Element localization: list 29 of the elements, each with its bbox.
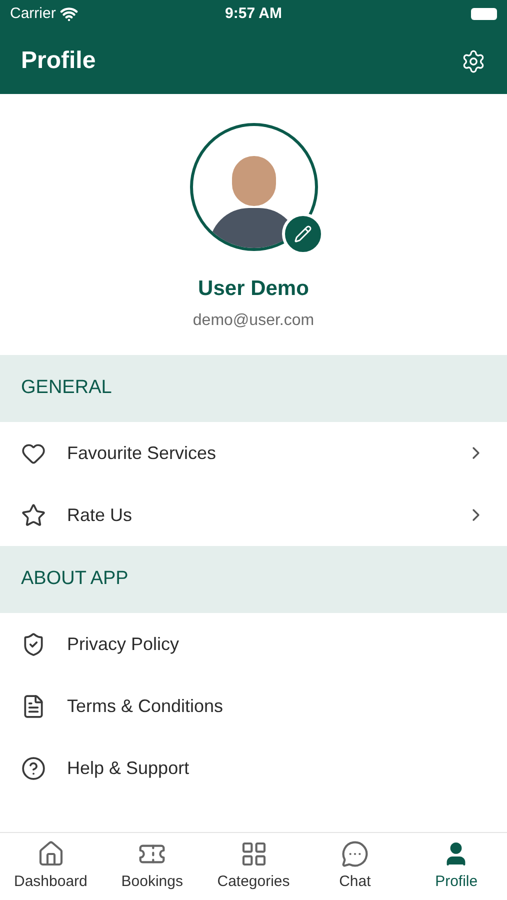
battery-icon	[471, 8, 497, 20]
page-title: Profile	[21, 46, 96, 76]
menu-item[interactable]: Help & Support	[0, 737, 507, 799]
menu-item[interactable]: Favourite Services	[0, 422, 507, 484]
user-name: User Demo	[198, 276, 309, 302]
gear-icon	[461, 48, 486, 74]
chat-icon	[340, 840, 369, 868]
user-email: demo@user.com	[192, 310, 314, 330]
section-header: ABOUT APP	[0, 546, 507, 613]
home-icon	[36, 840, 65, 868]
menu-item[interactable]: Rate Us	[0, 484, 507, 546]
pencil-icon	[294, 225, 312, 243]
tab-button[interactable]: Bookings	[101, 833, 203, 900]
section-header: GENERAL	[0, 355, 507, 422]
star-icon	[21, 502, 46, 528]
menu-item[interactable]: Terms & Conditions	[0, 675, 507, 737]
document-icon	[21, 694, 46, 718]
tab-button[interactable]: Dashboard	[0, 833, 102, 900]
settings-button[interactable]	[461, 48, 486, 74]
carrier-label: Carrier	[10, 4, 56, 24]
tab-button[interactable]: Categories	[202, 833, 304, 900]
tab-button[interactable]: Profile	[406, 833, 507, 900]
status-time: 9:57 AM	[225, 4, 282, 24]
menu-item[interactable]: Privacy Policy	[0, 613, 507, 675]
shield-icon	[21, 632, 46, 656]
grid-icon	[240, 840, 268, 868]
tab-button[interactable]: Chat	[304, 833, 406, 900]
help-icon	[21, 756, 46, 780]
wifi-icon	[60, 5, 78, 23]
